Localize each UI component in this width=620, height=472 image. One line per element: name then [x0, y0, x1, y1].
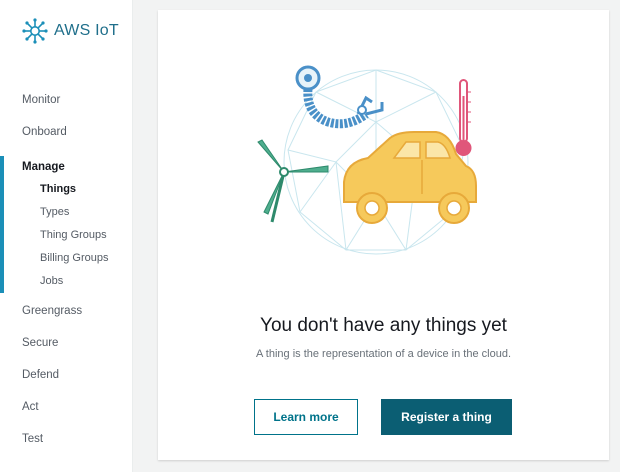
nav-manage-section: Manage Things Types Thing Groups Billing… — [0, 156, 133, 293]
aws-iot-logo-icon — [22, 18, 48, 44]
empty-state-heading: You don't have any things yet — [260, 315, 507, 336]
nav-secure[interactable]: Secure — [0, 331, 133, 363]
nav-manage-jobs[interactable]: Jobs — [22, 270, 133, 293]
nav-onboard[interactable]: Onboard — [0, 120, 133, 152]
nav-manage-thing-groups[interactable]: Thing Groups — [22, 224, 133, 247]
nav-greengrass[interactable]: Greengrass — [0, 299, 133, 331]
side-nav: Monitor Onboard Manage Things Types Thin… — [0, 88, 133, 459]
nav-manage[interactable]: Manage — [22, 156, 133, 178]
nav-manage-billing-groups[interactable]: Billing Groups — [22, 247, 133, 270]
thermometer-icon — [455, 79, 472, 156]
robotic-arm-icon — [295, 65, 384, 129]
register-thing-button[interactable]: Register a thing — [381, 399, 512, 435]
nav-defend[interactable]: Defend — [0, 363, 133, 395]
learn-more-button[interactable]: Learn more — [254, 399, 358, 435]
empty-state-card: You don't have any things yet A thing is… — [158, 10, 609, 460]
nav-act[interactable]: Act — [0, 395, 133, 427]
nav-test[interactable]: Test — [0, 427, 133, 459]
brand[interactable]: AWS IoT — [22, 18, 119, 44]
nav-manage-types[interactable]: Types — [22, 201, 133, 224]
wind-turbine-icon — [257, 139, 329, 223]
nav-monitor[interactable]: Monitor — [0, 88, 133, 120]
nav-manage-things[interactable]: Things — [22, 178, 133, 201]
things-illustration — [257, 65, 477, 255]
sidebar: AWS IoT Monitor Onboard Manage Things Ty… — [0, 0, 133, 472]
brand-title: AWS IoT — [54, 22, 119, 39]
empty-state-description: A thing is the representation of a devic… — [256, 348, 511, 360]
